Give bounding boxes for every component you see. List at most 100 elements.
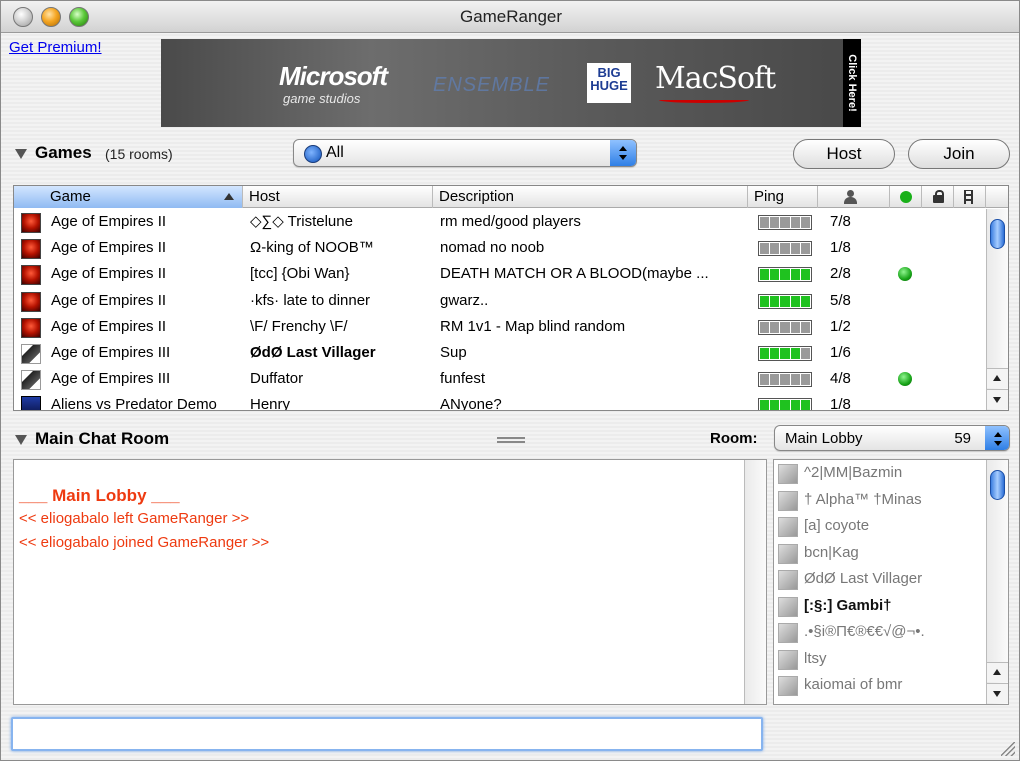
host-name: ·kfs· late to dinner	[250, 291, 371, 309]
games-disclosure-triangle-icon[interactable]	[15, 149, 27, 159]
room-description: funfest	[440, 370, 486, 388]
games-room-count: (15 rooms)	[105, 146, 173, 162]
user-avatar-icon	[778, 649, 798, 670]
room-description: gwarz..	[440, 291, 489, 309]
game-name: Age of Empires II	[51, 265, 167, 283]
ping-meter	[758, 267, 812, 283]
column-header-description[interactable]: Description	[433, 186, 748, 208]
games-table-body: Age of Empires II ◇∑◇ Tristelune rm med/go…	[14, 209, 986, 411]
table-row[interactable]: Aliens vs Predator Demo Henry ANyone? 1/8	[14, 392, 986, 411]
user-list-item[interactable]: bcn|Kag	[774, 540, 986, 567]
user-list-item[interactable]: kaiomai of bmr	[774, 672, 986, 699]
ping-meter	[758, 345, 812, 361]
open-status-cell	[890, 366, 922, 392]
chat-scrollbar[interactable]	[744, 460, 766, 704]
big-huge-games-logo: BIG HUGE	[587, 63, 631, 103]
user-list-item[interactable]: [a] coyote	[774, 513, 986, 540]
column-header-open[interactable]	[890, 186, 922, 208]
column-header-locked[interactable]	[922, 186, 954, 208]
room-description: ANyone?	[440, 396, 502, 411]
host-name: Ω-king of NOOB™	[250, 239, 374, 257]
aoe2-icon	[21, 239, 41, 260]
user-avatar-icon	[778, 623, 798, 643]
chat-input[interactable]	[17, 722, 757, 746]
ensemble-logo-text: ENSEMBLE	[433, 74, 550, 96]
room-description: nomad no noob	[440, 239, 545, 257]
game-filter-popup[interactable]: All	[293, 139, 637, 167]
chat-transcript[interactable]: ___ Main Lobby ___ << eliogabalo left Gam…	[13, 459, 767, 705]
user-list-scrollbar[interactable]	[986, 460, 1008, 704]
chat-input-container[interactable]	[11, 717, 763, 751]
players-count: 2/8	[830, 265, 851, 283]
room-label: Room:	[710, 430, 758, 447]
open-room-dot-icon	[898, 267, 912, 282]
user-list-item[interactable]: ltsy	[774, 646, 986, 673]
user-list[interactable]: ^2|MM|Bazmin † Alpha™ †Minas [a] coyote bcn…	[773, 459, 1009, 705]
room-description: RM 1v1 - Map blind random	[440, 317, 626, 335]
ping-meter	[758, 293, 812, 309]
user-list-item[interactable]: ^2|MM|Bazmin	[774, 460, 986, 487]
user-list-item[interactable]: ØdØ Last Villager	[774, 566, 986, 593]
user-name: ØdØ Last Villager	[804, 570, 923, 587]
games-section-title: Games	[35, 143, 92, 162]
players-count: 5/8	[830, 291, 851, 309]
room-description: rm med/good players	[440, 213, 581, 230]
host-name: Duffator	[250, 370, 304, 388]
get-premium-link[interactable]: Get Premium!	[9, 39, 102, 56]
column-header-game-label: Game	[50, 188, 91, 205]
games-scroll-thumb[interactable]	[990, 219, 1005, 249]
room-description: DEATH MATCH OR A BLOOD(maybe ...	[440, 265, 709, 283]
column-header-game[interactable]: Game	[14, 186, 243, 208]
user-list-item[interactable]: † Alpha™ †Minas	[774, 487, 986, 514]
user-name: .•§i®Π€®€€√@¬•.	[804, 623, 925, 640]
user-list-item[interactable]: .•§i®Π€®€€√@¬•.	[774, 619, 986, 646]
table-row[interactable]: Age of Empires II Ω-king of NOOB™ nomad no…	[14, 235, 986, 261]
user-name: [:§:] Gambi†	[804, 596, 892, 614]
host-button[interactable]: Host	[793, 139, 895, 169]
resize-grip-icon[interactable]	[1001, 742, 1015, 756]
table-row[interactable]: Age of Empires II \F/ Frenchy \F/RM 1v1 -…	[14, 314, 986, 340]
ping-cell	[748, 209, 818, 235]
chat-disclosure-triangle-icon[interactable]	[15, 435, 27, 445]
column-header-host[interactable]: Host	[243, 186, 433, 208]
title-bar[interactable]: GameRanger	[1, 1, 1019, 33]
user-avatar-icon	[778, 676, 798, 696]
sponsor-banner[interactable]: Microsoft game studios ENSEMBLE BIG HUGE…	[161, 39, 861, 127]
aoe3-icon	[21, 370, 41, 391]
players-count: 1/2	[830, 317, 851, 335]
green-dot-icon	[900, 191, 912, 203]
players-count: 7/8	[830, 213, 851, 230]
user-name: † Alpha™ †Minas	[804, 490, 922, 508]
user-list-scroll-thumb[interactable]	[990, 470, 1005, 500]
host-name: ØdØ Last Villager	[250, 343, 376, 361]
games-scroll-up-arrow[interactable]	[987, 368, 1008, 388]
table-row[interactable]: Age of Empires II ◇∑◇ Tristelune rm med/go…	[14, 209, 986, 235]
table-row[interactable]: Age of Empires II ·kfs· late to dinner gwa…	[14, 288, 986, 314]
user-avatar-icon	[778, 596, 798, 617]
games-table-header: Game Host Description Ping	[14, 186, 1008, 208]
user-list-item[interactable]: [:§:] Gambi†	[774, 593, 986, 620]
table-row[interactable]: Age of Empires III ØdØ Last Villager Sup 1/…	[14, 340, 986, 366]
click-here-strip[interactable]: Click Here!	[843, 39, 861, 127]
popup-arrows-icon	[610, 140, 636, 166]
macsoft-logo-text: MacSoft	[655, 61, 776, 96]
column-header-ping[interactable]: Ping	[748, 186, 818, 208]
games-table-scrollbar[interactable]	[986, 209, 1008, 410]
games-scroll-down-arrow[interactable]	[987, 389, 1008, 409]
user-list-scroll-up-arrow[interactable]	[987, 662, 1008, 682]
sort-ascending-icon	[224, 193, 234, 200]
table-row[interactable]: Age of Empires III Duffator funfest 4/8	[14, 366, 986, 392]
ping-meter	[758, 241, 812, 257]
user-list-scroll-down-arrow[interactable]	[987, 683, 1008, 703]
players-count: 1/8	[830, 396, 851, 411]
ping-meter	[758, 319, 812, 335]
microsoft-game-studios-text: game studios	[283, 91, 361, 106]
split-view-handle[interactable]	[497, 437, 525, 443]
column-header-ladder[interactable]	[954, 186, 986, 208]
room-select-popup[interactable]: Main Lobby 59	[774, 425, 1010, 451]
table-row[interactable]: Age of Empires II [tcc] {Obi Wan} DEATH MA…	[14, 261, 986, 287]
join-button[interactable]: Join	[908, 139, 1010, 169]
macsoft-swoosh	[659, 97, 749, 103]
user-name: kaiomai of bmr	[804, 676, 903, 693]
column-header-players[interactable]	[818, 186, 890, 208]
